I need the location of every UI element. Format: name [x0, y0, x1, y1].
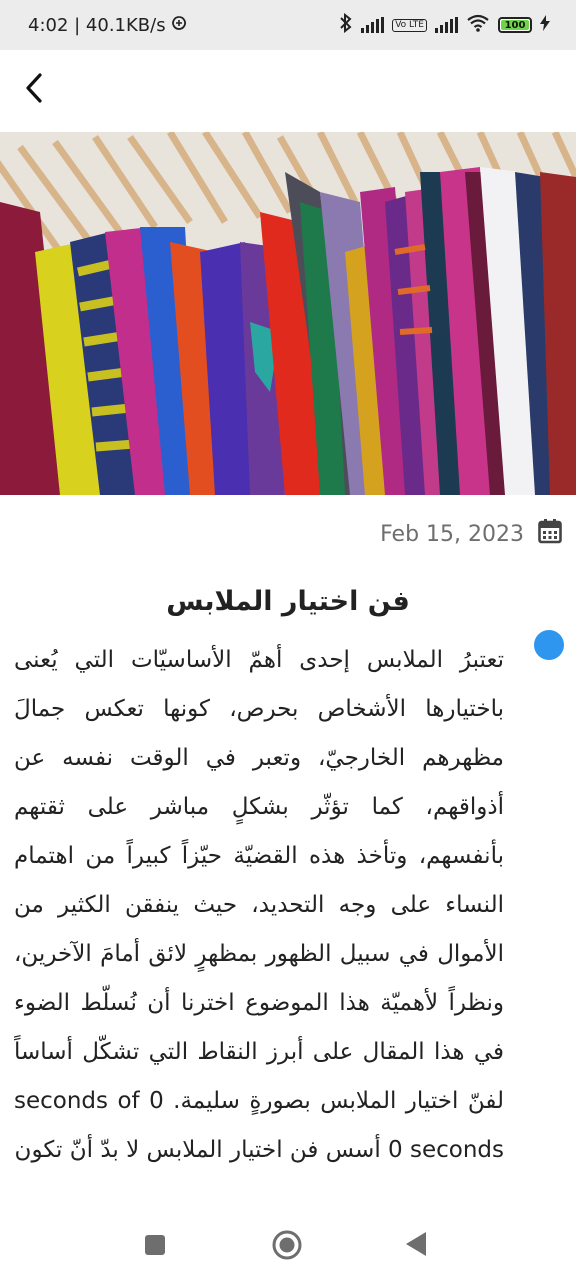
article-image	[0, 132, 576, 495]
back-triangle-icon	[404, 1232, 428, 1261]
chevron-left-icon	[23, 72, 45, 108]
date-row: Feb 15, 2023	[380, 518, 562, 550]
status-left: 4:02 | 40.1KB/s	[28, 15, 186, 36]
wifi-icon	[466, 14, 490, 37]
home-icon	[271, 1230, 303, 1265]
signal-icon-2	[435, 17, 458, 33]
system-nav-bar	[0, 1212, 576, 1280]
article-date: Feb 15, 2023	[380, 521, 524, 547]
status-bar: 4:02 | 40.1KB/s Vo LTE 100	[0, 0, 576, 50]
time-speed-text: 4:02 | 40.1KB/s	[28, 14, 166, 36]
calendar-icon	[538, 518, 562, 550]
back-nav-button[interactable]	[404, 1231, 428, 1261]
charging-icon	[540, 14, 550, 36]
article-title: فن اختيار الملابس	[166, 586, 410, 617]
signal-icon	[361, 17, 385, 33]
data-saver-icon	[171, 15, 186, 36]
home-button[interactable]	[271, 1229, 303, 1265]
recent-apps-button[interactable]	[144, 1234, 166, 1260]
app-bar	[0, 50, 576, 132]
battery-icon: 100	[498, 17, 532, 33]
recent-apps-icon	[144, 1235, 166, 1260]
back-button[interactable]	[14, 68, 54, 112]
bluetooth-icon	[339, 12, 353, 38]
article-body: تعتبرُ الملابس إحدى أهمّ الأساسيّات التي…	[14, 647, 504, 1163]
battery-level: 100	[504, 19, 526, 31]
status-right: Vo LTE 100	[339, 12, 550, 38]
floating-dot-button[interactable]	[534, 630, 564, 660]
clothes-rack-photo	[0, 132, 576, 495]
volte-badge: Vo LTE	[392, 18, 427, 32]
